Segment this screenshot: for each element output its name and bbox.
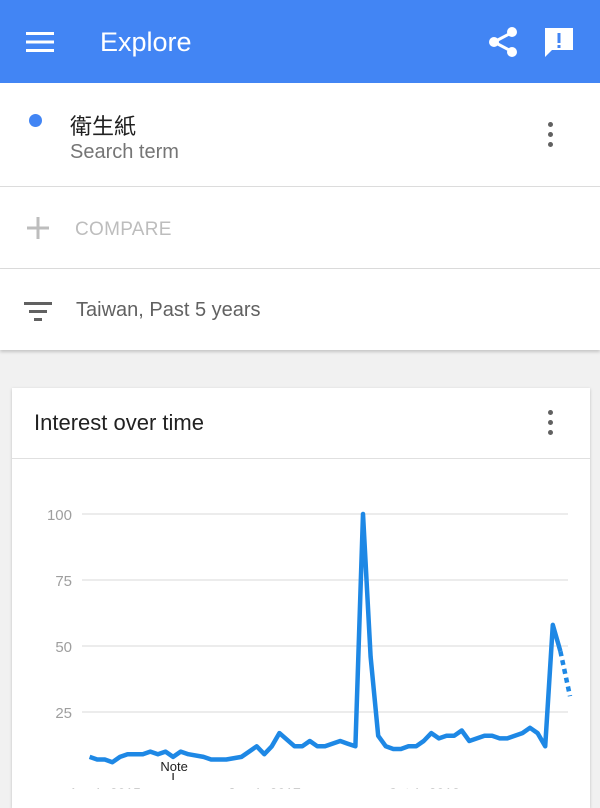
series-partial-line — [558, 650, 573, 697]
compare-row[interactable]: COMPARE — [0, 187, 600, 269]
card-title: Interest over time — [34, 410, 204, 435]
feedback-icon[interactable] — [542, 25, 576, 59]
filter-icon — [24, 302, 52, 321]
y-tick-label: 75 — [55, 573, 72, 590]
app-bar: Explore — [0, 0, 600, 83]
filter-summary: Taiwan, Past 5 years — [76, 299, 261, 321]
x-tick-label: Oct 1, 2018 — [388, 785, 461, 789]
interest-chart[interactable]: 25 50 75 100 Apr 1, 2015 Jan 1, 2017 Oct 1, 20… — [12, 459, 590, 789]
note-annotation[interactable]: Note — [160, 759, 187, 774]
more-vert-icon[interactable] — [543, 122, 557, 152]
search-term-label: Search term — [70, 141, 179, 163]
more-vert-icon[interactable] — [543, 410, 557, 440]
y-tick-label: 25 — [55, 705, 72, 722]
interest-over-time-card: Interest over time 25 50 75 100 Apr 1, 2015 J… — [12, 388, 590, 808]
app-title: Explore — [100, 27, 192, 57]
series-color-dot — [29, 114, 42, 127]
compare-button[interactable]: COMPARE — [75, 219, 172, 241]
y-tick-label: 100 — [47, 507, 72, 524]
x-tick-label: Apr 1, 2015 — [69, 785, 142, 789]
x-tick-label: Jan 1, 2017 — [228, 785, 301, 789]
share-icon[interactable] — [485, 24, 521, 60]
add-icon — [27, 217, 49, 239]
search-term-name: 衛生紙 — [70, 115, 137, 140]
search-term-row[interactable]: 衛生紙 Search term — [0, 83, 600, 187]
menu-icon[interactable] — [24, 28, 56, 56]
series-line — [88, 511, 563, 765]
filter-row[interactable]: Taiwan, Past 5 years — [0, 269, 600, 350]
y-tick-label: 50 — [55, 639, 72, 656]
card-header: Interest over time — [12, 388, 590, 459]
